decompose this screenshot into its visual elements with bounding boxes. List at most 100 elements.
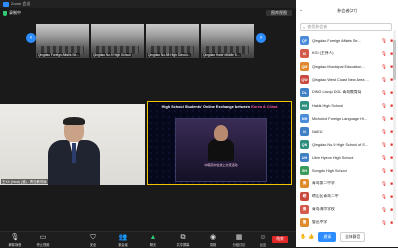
search-placeholder: 查找参会者 [307,24,328,29]
participant-row[interactable]: KI KGI (主持人) 🎙 ■ [296,47,394,60]
muted-mic-icon[interactable]: 🎙 [381,77,387,83]
next-page-button[interactable]: › [256,33,266,43]
participant-row[interactable]: SH Songdo High School 🎙 ■ [296,164,394,177]
participant-row[interactable]: MH Michuhol Foreign Language Hi... 🎙 ■ [296,112,394,125]
participant-name: Songdo High School [312,168,347,173]
muted-mic-icon[interactable]: 🎙 [381,116,387,122]
shield-icon: ⛉ [90,234,96,241]
participant-row[interactable]: 鲁鲁迅中学 🎙 ■ [296,216,394,229]
participant-row[interactable]: 青青岛海尔学校 🎙 ■ [296,203,394,216]
participant-name: 鲁迅中学 [312,220,328,224]
participants-panel: ⌄ 参会者(27) ⌕ 查找参会者 QF Qingdao Foreign Affa… [296,0,398,247]
video-thumbnail[interactable]: Qingdao Foreign Affairs Se... [36,24,89,58]
avatar: 青 [300,205,309,214]
chevron-left-icon: ‹ [30,35,32,41]
avatar: 鲁 [300,218,309,227]
toolbar-label: 反应 [259,243,267,247]
breakout-icon: ▦ [235,234,243,241]
participant-name: 崂山区青岛二中 [312,194,339,198]
stop-video-button[interactable]: ▭ 停止视频 [30,234,56,247]
participant-scrollbar[interactable] [393,30,396,220]
avatar: QW [300,75,309,84]
participant-row[interactable]: N NAEU 🎙 ■ [296,125,394,138]
participant-row[interactable]: HH Hakik High School 🎙 ■ [296,99,394,112]
scroll-thumb[interactable] [393,40,396,80]
video-thumbnail[interactable]: Qingdao Haier Middle S... [201,24,254,58]
avatar: SH [300,166,309,175]
breakout-button[interactable]: ▦ 分组讨论 [226,234,252,247]
thumbnail-name: Qingdao No.58 High School... [147,53,192,57]
hand-icon[interactable]: ✋ [300,234,306,240]
participant-row[interactable]: QW Qingdao West Coast New Area ... 🎙 ■ [296,73,394,86]
panel-footer: ✋ 👍 邀请 全体静音 [300,232,396,242]
chat-button[interactable]: ▲ 聊天 [140,234,166,247]
avatar: MH [300,114,309,123]
speaker-figure [48,117,100,185]
avatar: UH [300,153,309,162]
muted-mic-icon[interactable]: 🎙 [381,194,387,200]
invite-button[interactable]: 邀请 [318,232,337,242]
participant-row[interactable]: 青青岛第二中学 🎙 ■ [296,177,394,190]
security-button[interactable]: ⛉ 安全 [80,234,106,247]
participants-icon: 👥 [118,234,128,241]
muted-mic-icon[interactable]: 🎙 [381,103,387,109]
previous-page-button[interactable]: ‹ [26,33,36,43]
share-icon: ⧉ [180,234,186,241]
participant-row[interactable]: QN Qingdao No.9 High School of S... 🎙 ■ [296,138,394,151]
chevron-right-icon: › [260,35,262,41]
muted-mic-icon[interactable]: 🎙 [381,90,387,96]
participant-search-input[interactable]: ⌕ 查找参会者 [300,23,392,31]
mute-all-button[interactable]: 全体静音 [340,232,366,242]
participant-name: Qingdao Foreign Affairs Se... [312,38,361,43]
share-screen-button[interactable]: ⧉ 共享屏幕 [170,234,196,247]
avatar: QF [300,36,309,45]
participant-name: KGI (主持人) [312,51,334,55]
toolbar-label: 聊天 [149,243,157,247]
toolbar-label: 录制 [209,243,217,247]
participant-row[interactable]: QF Qingdao Foreign Affairs Se... 🎙 ■ [296,34,394,47]
speaker-video[interactable]: 王XX (Host) (我) - 青岛教育局 [0,104,145,185]
avatar: N [300,127,309,136]
muted-mic-icon[interactable]: 🎙 [381,51,387,57]
record-button[interactable]: ◉ 录制 [200,234,226,247]
tie-shape [72,143,76,163]
muted-mic-icon[interactable]: 🎙 [381,64,387,70]
video-icon: ▭ [39,234,47,241]
participants-button[interactable]: 👥 参会者 [110,234,136,247]
participant-name: Qingdao Municipal Education... [312,64,365,69]
participant-row[interactable]: QM Qingdao Municipal Education... 🎙 ■ [296,60,394,73]
muted-mic-icon[interactable]: 🎙 [381,155,387,161]
toolbar-label: 参会者 [118,243,128,247]
participant-row[interactable]: 崂崂山区青岛二中 🎙 ■ [296,190,394,203]
muted-mic-icon[interactable]: 🎙 [381,129,387,135]
muted-mic-icon[interactable]: 🎙 [381,142,387,148]
toolbar-label: 停止视频 [36,243,50,247]
avatar: QM [300,62,309,71]
muted-mic-icon[interactable]: 🎙 [381,181,387,187]
end-meeting-button[interactable]: 结束 [272,236,288,243]
slide-title: High School Students' Online Exchange be… [148,105,291,109]
view-button[interactable]: 图库视图 [266,10,292,16]
muted-mic-icon[interactable]: 🎙 [381,220,387,226]
participant-name: Hakik High School [312,103,344,108]
participant-name: DING Lianju DGL 青岛教育局 [312,90,362,94]
participant-row[interactable]: UH Ubin Hyeon High School 🎙 ■ [296,151,394,164]
participant-name: Qingdao West Coast New Area ... [312,77,369,82]
avatar: KI [300,49,309,58]
video-thumbnail[interactable]: Qingdao No.9 High School [91,24,144,58]
muted-mic-icon[interactable]: 🎙 [381,38,387,44]
unmute-button[interactable]: 🎙 解除静音 [2,234,28,247]
muted-mic-icon[interactable]: 🎙 [381,168,387,174]
thumbs-up-icon[interactable]: 👍 [308,234,314,240]
meeting-toolbar: 🎙 解除静音 ▭ 停止视频 ⛉ 安全 👥 参会者 ▲ 聊天 ⧉ 共享屏幕 ◉ 录制 ▦ 分组讨论… [0,231,296,248]
hair-shape [63,117,85,125]
video-thumbnail[interactable]: Qingdao No.58 High School... [146,24,199,58]
meeting-info[interactable]: 录制中 [3,10,21,16]
muted-mic-icon[interactable]: 🎙 [381,207,387,213]
reaction-icon: ☺ [259,234,267,241]
avatar: 青 [300,179,309,188]
window-title: Zoom 会议 [11,1,31,6]
meeting-info-label: 录制中 [9,10,21,15]
shared-screen-video[interactable]: High School Students' Online Exchange be… [147,101,292,185]
participant-row[interactable]: DL DING Lianju DGL 青岛教育局 🎙 ■ [296,86,394,99]
